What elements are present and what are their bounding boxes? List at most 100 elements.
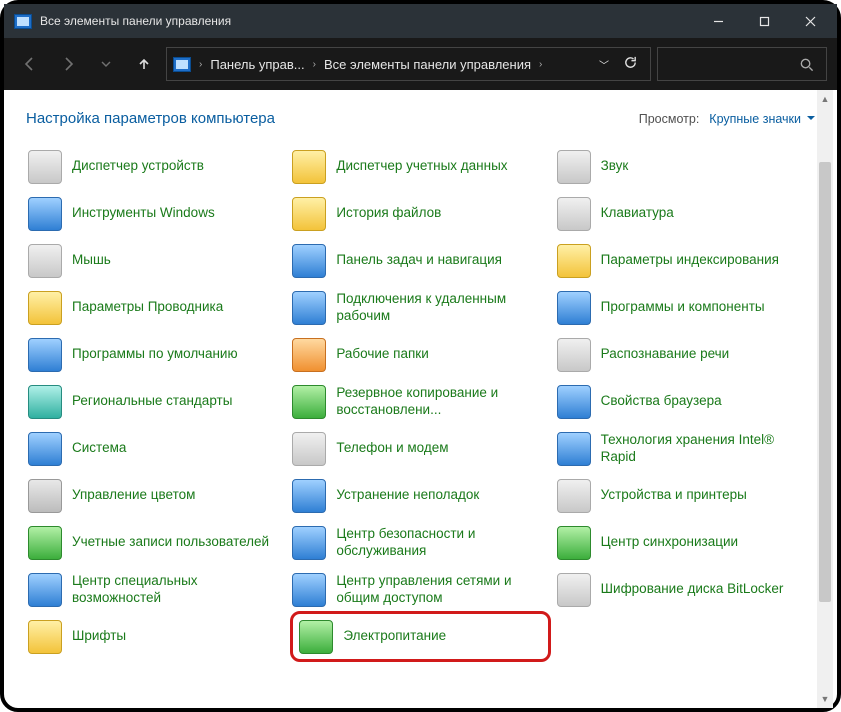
credential-manager-icon — [292, 150, 326, 184]
indexing-options-icon — [557, 244, 591, 278]
scroll-down-button[interactable]: ▼ — [817, 690, 833, 708]
default-programs-icon — [28, 338, 62, 372]
mouse-icon — [28, 244, 62, 278]
cp-item-user-accounts[interactable]: Учетные записи пользователей — [26, 519, 286, 566]
cp-item-indexing-options[interactable]: Параметры индексирования — [555, 237, 815, 284]
user-accounts-icon — [28, 526, 62, 560]
cp-item-backup-restore[interactable]: Резервное копирование и восстановлени... — [290, 378, 550, 425]
navigation-bar: › Панель управ... › Все элементы панели … — [4, 38, 837, 90]
scrollbar-thumb[interactable] — [819, 162, 831, 602]
cp-item-label: Технология хранения Intel® Rapid — [601, 432, 813, 466]
scrollbar[interactable]: ▲ ▼ — [817, 90, 833, 708]
cp-item-label: Шифрование диска BitLocker — [601, 581, 784, 598]
speech-recognition-icon — [557, 338, 591, 372]
up-button[interactable] — [128, 48, 160, 80]
cp-item-label: Инструменты Windows — [72, 205, 215, 222]
cp-item-credential-manager[interactable]: Диспетчер учетных данных — [290, 143, 550, 190]
chevron-right-icon[interactable]: › — [197, 59, 204, 70]
devices-printers-icon — [557, 479, 591, 513]
chevron-right-icon[interactable]: › — [537, 59, 544, 70]
troubleshooting-icon — [292, 479, 326, 513]
maximize-button[interactable] — [741, 6, 787, 36]
breadcrumb-seg-2[interactable]: Все элементы панели управления — [318, 57, 537, 72]
cp-item-label: Клавиатура — [601, 205, 674, 222]
cp-item-power-options[interactable]: Электропитание — [290, 611, 550, 662]
cp-item-label: Телефон и модем — [336, 440, 448, 457]
cp-item-label: Параметры Проводника — [72, 299, 223, 316]
cp-item-keyboard[interactable]: Клавиатура — [555, 190, 815, 237]
cp-item-label: Диспетчер устройств — [72, 158, 204, 175]
cp-item-label: Мышь — [72, 252, 111, 269]
control-panel-icon — [14, 14, 32, 29]
cp-item-network-sharing[interactable]: Центр управления сетями и общим доступом — [290, 566, 550, 613]
taskbar-navigation-icon — [292, 244, 326, 278]
cp-item-bitlocker[interactable]: Шифрование диска BitLocker — [555, 566, 815, 613]
fonts-icon — [28, 620, 62, 654]
cp-item-ease-of-access[interactable]: Центр специальных возможностей — [26, 566, 286, 613]
view-value[interactable]: Крупные значки — [709, 112, 815, 126]
close-button[interactable] — [787, 6, 833, 36]
cp-item-explorer-options[interactable]: Параметры Проводника — [26, 284, 286, 331]
cp-item-intel-rapid-storage[interactable]: Технология хранения Intel® Rapid — [555, 425, 815, 472]
cp-item-work-folders[interactable]: Рабочие папки — [290, 331, 550, 378]
cp-item-sync-center[interactable]: Центр синхронизации — [555, 519, 815, 566]
cp-item-label: Рабочие папки — [336, 346, 428, 363]
breadcrumb-seg-1[interactable]: Панель управ... — [204, 57, 310, 72]
windows-tools-icon — [28, 197, 62, 231]
cp-item-programs-features[interactable]: Программы и компоненты — [555, 284, 815, 331]
cp-item-mouse[interactable]: Мышь — [26, 237, 286, 284]
cp-item-system[interactable]: Система — [26, 425, 286, 472]
cp-item-troubleshooting[interactable]: Устранение неполадок — [290, 472, 550, 519]
cp-item-label: Распознавание речи — [601, 346, 730, 363]
cp-item-label: Центр специальных возможностей — [72, 573, 284, 607]
cp-item-region[interactable]: Региональные стандарты — [26, 378, 286, 425]
view-selector[interactable]: Просмотр: Крупные значки — [639, 112, 815, 126]
cp-item-label: Центр синхронизации — [601, 534, 738, 551]
cp-item-color-management[interactable]: Управление цветом — [26, 472, 286, 519]
cp-item-windows-tools[interactable]: Инструменты Windows — [26, 190, 286, 237]
cp-item-remote-connections[interactable]: Подключения к удаленным рабочим — [290, 284, 550, 331]
keyboard-icon — [557, 197, 591, 231]
cp-item-devices-printers[interactable]: Устройства и принтеры — [555, 472, 815, 519]
cp-item-phone-modem[interactable]: Телефон и модем — [290, 425, 550, 472]
recent-locations-button[interactable] — [90, 48, 122, 80]
device-manager-icon — [28, 150, 62, 184]
cp-item-speech-recognition[interactable]: Распознавание речи — [555, 331, 815, 378]
sound-icon — [557, 150, 591, 184]
power-options-icon — [299, 620, 333, 654]
cp-item-sound[interactable]: Звук — [555, 143, 815, 190]
view-label: Просмотр: — [639, 112, 700, 126]
cp-item-taskbar-navigation[interactable]: Панель задач и навигация — [290, 237, 550, 284]
cp-item-device-manager[interactable]: Диспетчер устройств — [26, 143, 286, 190]
cp-item-file-history[interactable]: История файлов — [290, 190, 550, 237]
bitlocker-icon — [557, 573, 591, 607]
forward-button[interactable] — [52, 48, 84, 80]
cp-item-security-maintenance[interactable]: Центр безопасности и обслуживания — [290, 519, 550, 566]
cp-item-fonts[interactable]: Шрифты — [26, 613, 286, 660]
address-bar[interactable]: › Панель управ... › Все элементы панели … — [166, 47, 651, 81]
remote-connections-icon — [292, 291, 326, 325]
cp-item-default-programs[interactable]: Программы по умолчанию — [26, 331, 286, 378]
window-title: Все элементы панели управления — [40, 14, 695, 28]
cp-item-label: Система — [72, 440, 126, 457]
cp-item-internet-options[interactable]: Свойства браузера — [555, 378, 815, 425]
cp-item-label: Центр безопасности и обслуживания — [336, 526, 548, 560]
cp-item-label: Программы по умолчанию — [72, 346, 238, 363]
content-area: Настройка параметров компьютера Просмотр… — [4, 90, 837, 708]
backup-restore-icon — [292, 385, 326, 419]
explorer-options-icon — [28, 291, 62, 325]
refresh-button[interactable] — [623, 55, 638, 73]
search-input[interactable] — [657, 47, 827, 81]
cp-item-label: Управление цветом — [72, 487, 195, 504]
sync-center-icon — [557, 526, 591, 560]
minimize-button[interactable] — [695, 6, 741, 36]
cp-item-label: Панель задач и навигация — [336, 252, 502, 269]
breadcrumb-icon — [173, 57, 191, 72]
phone-modem-icon — [292, 432, 326, 466]
back-button[interactable] — [14, 48, 46, 80]
color-management-icon — [28, 479, 62, 513]
chevron-right-icon[interactable]: › — [311, 59, 318, 70]
history-dropdown-button[interactable]: ﹀ — [599, 57, 609, 72]
scroll-up-button[interactable]: ▲ — [817, 90, 833, 108]
work-folders-icon — [292, 338, 326, 372]
